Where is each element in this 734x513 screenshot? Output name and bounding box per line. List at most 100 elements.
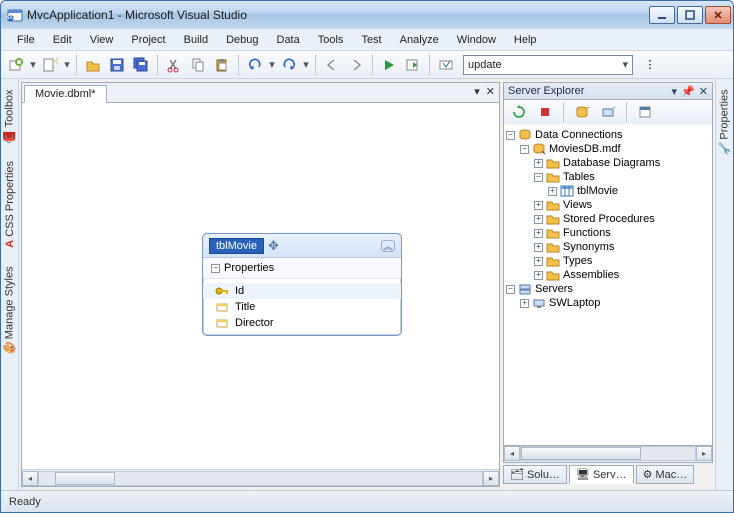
expander-minus-icon[interactable]: − [506, 131, 515, 140]
expander-plus-icon[interactable]: + [534, 257, 543, 266]
menu-debug[interactable]: Debug [218, 32, 266, 48]
expander-plus-icon[interactable]: + [520, 299, 529, 308]
hscroll-track[interactable] [520, 446, 696, 461]
find-button[interactable] [435, 54, 457, 76]
undo-dropdown[interactable]: ▾ [268, 58, 276, 71]
collapse-icon[interactable]: ︽ [381, 240, 395, 252]
tree-tables[interactable]: − Tables [506, 170, 710, 184]
panel-close-icon[interactable]: ✕ [699, 85, 708, 98]
tab-macro-explorer[interactable]: ⚙Mac… [636, 465, 695, 484]
tree-server-swlaptop[interactable]: + SWLaptop [506, 296, 710, 310]
stop-button[interactable] [534, 101, 556, 123]
property-row-director[interactable]: Director [203, 315, 401, 331]
tree-types[interactable]: + Types [506, 254, 710, 268]
tree-table-tblmovie[interactable]: + tblMovie [506, 184, 710, 198]
designer-canvas[interactable]: tblMovie ✥ ︽ − Properties Id Title [22, 103, 499, 469]
properties-button[interactable] [634, 101, 656, 123]
cut-button[interactable] [163, 54, 185, 76]
expander-minus-icon[interactable]: − [506, 285, 515, 294]
expander-plus-icon[interactable]: + [534, 159, 543, 168]
menu-window[interactable]: Window [449, 32, 504, 48]
paste-button[interactable] [211, 54, 233, 76]
menu-data[interactable]: Data [269, 32, 308, 48]
tree-data-connections[interactable]: − Data Connections [506, 128, 710, 142]
tree-sprocs[interactable]: + Stored Procedures [506, 212, 710, 226]
tab-close-icon[interactable]: ✕ [486, 85, 495, 98]
menu-project[interactable]: Project [123, 32, 173, 48]
tab-solution-explorer[interactable]: 🗂Solu… [503, 465, 567, 484]
hscroll-right[interactable]: ▸ [483, 471, 499, 486]
expander-minus-icon[interactable]: − [520, 145, 529, 154]
tree-servers[interactable]: − Servers [506, 282, 710, 296]
rail-toolbox[interactable]: 🧰Toolbox [2, 83, 17, 149]
entity-section-header[interactable]: − Properties [203, 258, 401, 279]
menu-file[interactable]: File [9, 32, 43, 48]
expander-plus-icon[interactable]: + [534, 215, 543, 224]
minimize-button[interactable] [649, 6, 675, 24]
panel-dropdown-icon[interactable]: ▾ [672, 85, 678, 98]
redo-button[interactable] [278, 54, 300, 76]
expander-plus-icon[interactable]: + [534, 243, 543, 252]
maximize-button[interactable] [677, 6, 703, 24]
navigate-fwd-button[interactable] [345, 54, 367, 76]
entity-header[interactable]: tblMovie ✥ ︽ [203, 234, 401, 258]
close-button[interactable] [705, 6, 731, 24]
document-tab-movie[interactable]: Movie.dbml* [24, 85, 107, 103]
toolbar-overflow-button[interactable]: ⋮ [639, 54, 661, 76]
save-all-button[interactable] [130, 54, 152, 76]
tree-synonyms[interactable]: + Synonyms [506, 240, 710, 254]
rail-manage-styles[interactable]: 🎨Manage Styles [2, 260, 17, 361]
server-explorer-hscroll[interactable]: ◂ ▸ [503, 446, 713, 463]
tab-dropdown-icon[interactable]: ▾ [474, 85, 480, 98]
menu-edit[interactable]: Edit [45, 32, 80, 48]
hscroll-right[interactable]: ▸ [696, 446, 712, 461]
hscroll-thumb[interactable] [55, 472, 115, 485]
tab-server-explorer[interactable]: 🖥Serv… [569, 465, 634, 484]
property-row-id[interactable]: Id [203, 283, 401, 299]
new-project-button[interactable] [5, 54, 27, 76]
expander-plus-icon[interactable]: + [548, 187, 557, 196]
open-button[interactable] [82, 54, 104, 76]
connect-server-button[interactable]: + [597, 101, 619, 123]
rail-css-properties[interactable]: ACSS Properties [3, 155, 17, 254]
expander-plus-icon[interactable]: + [534, 271, 543, 280]
panel-pin-icon[interactable]: 📌 [681, 85, 695, 98]
redo-dropdown[interactable]: ▾ [302, 58, 310, 71]
find-combo[interactable]: update ▾ [463, 55, 633, 75]
menu-view[interactable]: View [82, 32, 122, 48]
tree-diagrams[interactable]: + Database Diagrams [506, 156, 710, 170]
copy-button[interactable] [187, 54, 209, 76]
menu-build[interactable]: Build [176, 32, 216, 48]
add-item-dropdown[interactable]: ▾ [63, 58, 71, 71]
designer-hscrollbar[interactable]: ◂ ▸ [22, 469, 499, 486]
rail-properties[interactable]: 🔧Properties [717, 83, 732, 162]
expander-plus-icon[interactable]: + [534, 229, 543, 238]
start-debug-button[interactable] [378, 54, 400, 76]
move-icon[interactable]: ✥ [268, 238, 279, 254]
refresh-button[interactable] [508, 101, 530, 123]
menu-test[interactable]: Test [353, 32, 389, 48]
debug-target-button[interactable] [402, 54, 424, 76]
menu-tools[interactable]: Tools [310, 32, 352, 48]
section-expander[interactable]: − [211, 264, 220, 273]
hscroll-left[interactable]: ◂ [504, 446, 520, 461]
undo-button[interactable] [244, 54, 266, 76]
property-row-title[interactable]: Title [203, 299, 401, 315]
tree-assemblies[interactable]: + Assemblies [506, 268, 710, 282]
expander-minus-icon[interactable]: − [534, 173, 543, 182]
add-item-button[interactable]: ✧ [39, 54, 61, 76]
new-project-dropdown[interactable]: ▾ [29, 58, 37, 71]
tree-moviesdb[interactable]: − MoviesDB.mdf [506, 142, 710, 156]
hscroll-left[interactable]: ◂ [22, 471, 38, 486]
entity-tblmovie[interactable]: tblMovie ✥ ︽ − Properties Id Title [202, 233, 402, 336]
menu-help[interactable]: Help [506, 32, 545, 48]
entity-title[interactable]: tblMovie [209, 238, 264, 254]
expander-plus-icon[interactable]: + [534, 201, 543, 210]
hscroll-thumb[interactable] [521, 447, 641, 460]
menu-analyze[interactable]: Analyze [392, 32, 447, 48]
save-button[interactable] [106, 54, 128, 76]
connect-db-button[interactable]: + [571, 101, 593, 123]
hscroll-track[interactable] [38, 471, 483, 486]
tree-views[interactable]: + Views [506, 198, 710, 212]
navigate-back-button[interactable] [321, 54, 343, 76]
